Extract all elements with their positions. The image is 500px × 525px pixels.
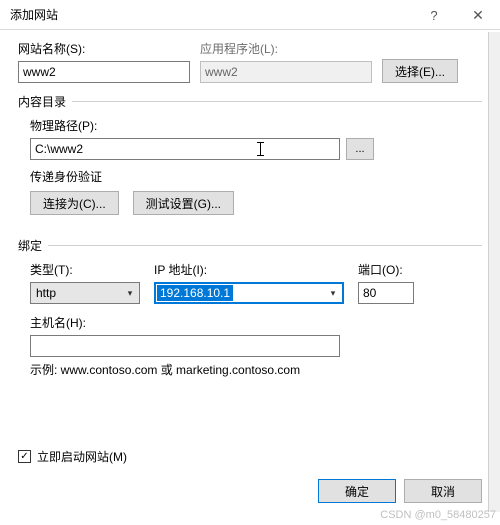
titlebar: 添加网站 ? ✕ xyxy=(0,0,500,30)
site-name-input[interactable] xyxy=(18,61,190,83)
content-dir-group: 内容目录 xyxy=(18,93,482,109)
chevron-down-icon: ▾ xyxy=(121,288,139,299)
dialog-footer: 确定 取消 xyxy=(318,479,482,503)
content-dir-header: 内容目录 xyxy=(18,93,72,110)
chevron-down-icon: ▾ xyxy=(324,288,342,299)
app-pool-input xyxy=(200,61,372,83)
cancel-button[interactable]: 取消 xyxy=(404,479,482,503)
binding-type-label: 类型(T): xyxy=(30,261,140,278)
select-app-pool-button[interactable]: 选择(E)... xyxy=(382,59,458,83)
passthrough-auth-label: 传递身份验证 xyxy=(30,168,482,185)
binding-type-value: http xyxy=(31,286,121,300)
ip-address-label: IP 地址(I): xyxy=(154,261,344,278)
test-settings-button[interactable]: 测试设置(G)... xyxy=(133,191,234,215)
site-name-label: 网站名称(S): xyxy=(18,40,190,57)
hostname-input[interactable] xyxy=(30,335,340,357)
binding-type-dropdown[interactable]: http ▾ xyxy=(30,282,140,304)
hostname-example: 示例: www.contoso.com 或 marketing.contoso.… xyxy=(30,361,482,378)
port-label: 端口(O): xyxy=(358,261,418,278)
app-pool-label: 应用程序池(L): xyxy=(200,40,372,57)
hostname-label: 主机名(H): xyxy=(30,314,482,331)
binding-group: 绑定 xyxy=(18,237,482,253)
ip-address-value: 192.168.10.1 xyxy=(157,285,233,301)
browse-path-button[interactable]: ... xyxy=(346,138,374,160)
start-now-checkbox[interactable]: ✓ xyxy=(18,450,31,463)
close-button[interactable]: ✕ xyxy=(456,0,500,30)
dialog-content: 网站名称(S): 应用程序池(L): 选择(E)... 内容目录 物理路径(P)… xyxy=(0,30,500,465)
titlebar-controls: ? ✕ xyxy=(412,0,500,30)
titlebar-title: 添加网站 xyxy=(10,6,58,23)
connect-as-button[interactable]: 连接为(C)... xyxy=(30,191,119,215)
physical-path-label: 物理路径(P): xyxy=(30,117,482,134)
ip-address-dropdown[interactable]: 192.168.10.1 ▾ xyxy=(154,282,344,304)
physical-path-input[interactable] xyxy=(30,138,340,160)
watermark: CSDN @m0_58480257 xyxy=(380,509,496,521)
binding-header: 绑定 xyxy=(18,237,48,254)
ok-button[interactable]: 确定 xyxy=(318,479,396,503)
help-button[interactable]: ? xyxy=(412,0,456,30)
background-window-sliver xyxy=(488,32,500,512)
port-input[interactable] xyxy=(358,282,414,304)
text-cursor-icon xyxy=(260,142,261,156)
start-now-label: 立即启动网站(M) xyxy=(37,448,127,465)
